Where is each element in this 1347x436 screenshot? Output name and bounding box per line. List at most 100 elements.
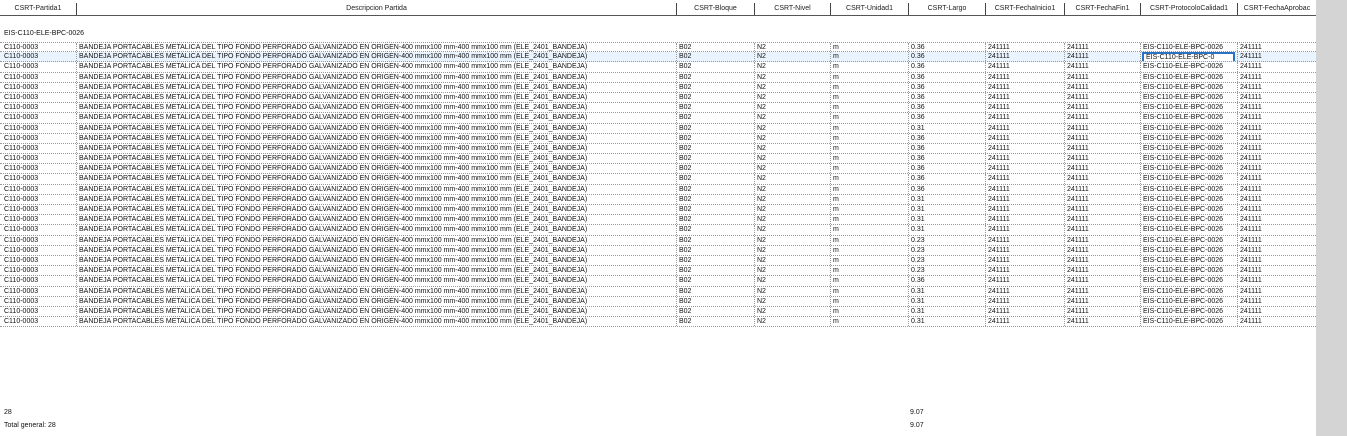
cell-proto[interactable]: EIS-C110-ELE-BPC-0026 bbox=[1140, 92, 1237, 103]
cell-faprob[interactable]: 241111 bbox=[1237, 43, 1316, 52]
cell-bloque[interactable]: B02 bbox=[676, 296, 754, 306]
cell-bloque[interactable]: B02 bbox=[676, 255, 754, 266]
cell-fini[interactable]: 241111 bbox=[985, 255, 1064, 266]
cell-faprob[interactable]: 241111 bbox=[1237, 296, 1316, 306]
cell-nivel[interactable]: N2 bbox=[754, 276, 830, 286]
cell-nivel[interactable]: N2 bbox=[754, 184, 830, 194]
cell-bloque[interactable]: B02 bbox=[676, 123, 754, 133]
table-row[interactable]: C110-0003 BANDEJA PORTACABLES METALICA DE… bbox=[0, 225, 1316, 236]
cell-desc[interactable]: BANDEJA PORTACABLES METALICA DEL TIPO FO… bbox=[76, 306, 676, 317]
table-row[interactable]: C110-0003 BANDEJA PORTACABLES METALICA DE… bbox=[0, 194, 1316, 205]
cell-desc[interactable]: BANDEJA PORTACABLES METALICA DEL TIPO FO… bbox=[76, 82, 676, 92]
cell-faprob[interactable]: 241111 bbox=[1237, 184, 1316, 194]
cell-ffin[interactable]: 241111 bbox=[1064, 225, 1140, 235]
cell-nivel[interactable]: N2 bbox=[754, 266, 830, 276]
cell-partida[interactable]: C110-0003 bbox=[0, 287, 76, 296]
table-row[interactable]: C110-0003 BANDEJA PORTACABLES METALICA DE… bbox=[0, 42, 1316, 53]
cell-desc[interactable]: BANDEJA PORTACABLES METALICA DEL TIPO FO… bbox=[76, 215, 676, 225]
table-row[interactable]: C110-0003 BANDEJA PORTACABLES METALICA DE… bbox=[0, 133, 1316, 144]
table-row[interactable]: C110-0003 BANDEJA PORTACABLES METALICA DE… bbox=[0, 174, 1316, 185]
cell-partida[interactable]: C110-0003 bbox=[0, 225, 76, 234]
cell-largo[interactable]: 0.31 bbox=[908, 215, 985, 225]
cell-fini[interactable]: 241111 bbox=[985, 133, 1064, 143]
cell-unidad[interactable]: m bbox=[830, 72, 908, 82]
cell-ffin[interactable]: 241111 bbox=[1064, 123, 1140, 133]
cell-largo[interactable]: 0.36 bbox=[908, 52, 985, 62]
cell-nivel[interactable]: N2 bbox=[754, 72, 830, 82]
cell-nivel[interactable]: N2 bbox=[754, 103, 830, 113]
cell-unidad[interactable]: m bbox=[830, 143, 908, 154]
cell-desc[interactable]: BANDEJA PORTACABLES METALICA DEL TIPO FO… bbox=[76, 205, 676, 215]
cell-faprob[interactable]: 241111 bbox=[1237, 205, 1316, 215]
cell-faprob[interactable]: 241111 bbox=[1237, 154, 1316, 164]
cell-bloque[interactable]: B02 bbox=[676, 154, 754, 164]
column-header-nivel[interactable]: CSRT-Nivel bbox=[754, 3, 830, 15]
cell-ffin[interactable]: 241111 bbox=[1064, 113, 1140, 123]
cell-proto[interactable]: EIS-C110-ELE-BPC-0026 bbox=[1140, 296, 1237, 306]
cell-largo[interactable]: 0.36 bbox=[908, 103, 985, 113]
cell-bloque[interactable]: B02 bbox=[676, 52, 754, 62]
cell-proto[interactable]: EIS-C110-ELE-BPC-0026 bbox=[1140, 317, 1237, 327]
cell-proto[interactable]: EIS-C110-ELE-BPC-0026 bbox=[1140, 194, 1237, 204]
cell-fini[interactable]: 241111 bbox=[985, 62, 1064, 72]
cell-bloque[interactable]: B02 bbox=[676, 82, 754, 92]
cell-nivel[interactable]: N2 bbox=[754, 52, 830, 62]
cell-unidad[interactable]: m bbox=[830, 103, 908, 113]
cell-largo[interactable]: 0.36 bbox=[908, 276, 985, 286]
cell-partida[interactable]: C110-0003 bbox=[0, 113, 76, 122]
cell-unidad[interactable]: m bbox=[830, 306, 908, 317]
cell-desc[interactable]: BANDEJA PORTACABLES METALICA DEL TIPO FO… bbox=[76, 276, 676, 286]
cell-proto[interactable]: EIS-C110-ELE-BPC-0026 bbox=[1140, 255, 1237, 266]
cell-fini[interactable]: 241111 bbox=[985, 286, 1064, 296]
cell-unidad[interactable]: m bbox=[830, 276, 908, 286]
cell-desc[interactable]: BANDEJA PORTACABLES METALICA DEL TIPO FO… bbox=[76, 92, 676, 103]
cell-partida[interactable]: C110-0003 bbox=[0, 185, 76, 194]
cell-proto[interactable]: EIS-C110-ELE-BPC-0026 bbox=[1140, 266, 1237, 276]
cell-faprob[interactable]: 241111 bbox=[1237, 255, 1316, 266]
cell-unidad[interactable]: m bbox=[830, 133, 908, 143]
cell-faprob[interactable]: 241111 bbox=[1237, 143, 1316, 154]
cell-fini[interactable]: 241111 bbox=[985, 194, 1064, 204]
cell-faprob[interactable]: 241111 bbox=[1237, 306, 1316, 317]
cell-partida[interactable]: C110-0003 bbox=[0, 317, 76, 326]
cell-unidad[interactable]: m bbox=[830, 164, 908, 174]
cell-fini[interactable]: 241111 bbox=[985, 306, 1064, 317]
cell-proto[interactable]: EIS-C110-ELE-BPC-0026 bbox=[1140, 245, 1237, 255]
cell-desc[interactable]: BANDEJA PORTACABLES METALICA DEL TIPO FO… bbox=[76, 62, 676, 72]
cell-unidad[interactable]: m bbox=[830, 235, 908, 245]
cell-unidad[interactable]: m bbox=[830, 154, 908, 164]
cell-partida[interactable]: C110-0003 bbox=[0, 164, 76, 173]
cell-bloque[interactable]: B02 bbox=[676, 133, 754, 143]
cell-bloque[interactable]: B02 bbox=[676, 205, 754, 215]
cell-nivel[interactable]: N2 bbox=[754, 306, 830, 317]
cell-faprob[interactable]: 241111 bbox=[1237, 276, 1316, 286]
cell-largo[interactable]: 0.31 bbox=[908, 225, 985, 235]
table-row[interactable]: C110-0003 BANDEJA PORTACABLES METALICA DE… bbox=[0, 296, 1316, 307]
cell-partida[interactable]: C110-0003 bbox=[0, 103, 76, 112]
cell-bloque[interactable]: B02 bbox=[676, 62, 754, 72]
cell-largo[interactable]: 0.36 bbox=[908, 184, 985, 194]
cell-ffin[interactable]: 241111 bbox=[1064, 43, 1140, 52]
cell-nivel[interactable]: N2 bbox=[754, 154, 830, 164]
cell-unidad[interactable]: m bbox=[830, 266, 908, 276]
cell-fini[interactable]: 241111 bbox=[985, 43, 1064, 52]
cell-largo[interactable]: 0.31 bbox=[908, 205, 985, 215]
cell-proto[interactable]: EIS-C110-ELE-BPC-0026 bbox=[1140, 215, 1237, 225]
cell-proto[interactable]: EIS-C110-ELE-BPC-0026 bbox=[1140, 225, 1237, 235]
cell-nivel[interactable]: N2 bbox=[754, 317, 830, 327]
column-header-largo[interactable]: CSRT-Largo bbox=[908, 3, 985, 15]
cell-nivel[interactable]: N2 bbox=[754, 123, 830, 133]
cell-partida[interactable]: C110-0003 bbox=[0, 195, 76, 204]
cell-desc[interactable]: BANDEJA PORTACABLES METALICA DEL TIPO FO… bbox=[76, 174, 676, 184]
cell-faprob[interactable]: 241111 bbox=[1237, 62, 1316, 72]
cell-largo[interactable]: 0.23 bbox=[908, 235, 985, 245]
cell-largo[interactable]: 0.36 bbox=[908, 113, 985, 123]
cell-partida[interactable]: C110-0003 bbox=[0, 307, 76, 316]
cell-proto[interactable]: EIS-C110-ELE-BPC-0026 bbox=[1140, 133, 1237, 143]
cell-unidad[interactable]: m bbox=[830, 317, 908, 327]
cell-fini[interactable]: 241111 bbox=[985, 82, 1064, 92]
cell-partida[interactable]: C110-0003 bbox=[0, 144, 76, 153]
cell-nivel[interactable]: N2 bbox=[754, 174, 830, 184]
cell-fini[interactable]: 241111 bbox=[985, 317, 1064, 327]
cell-fini[interactable]: 241111 bbox=[985, 225, 1064, 235]
